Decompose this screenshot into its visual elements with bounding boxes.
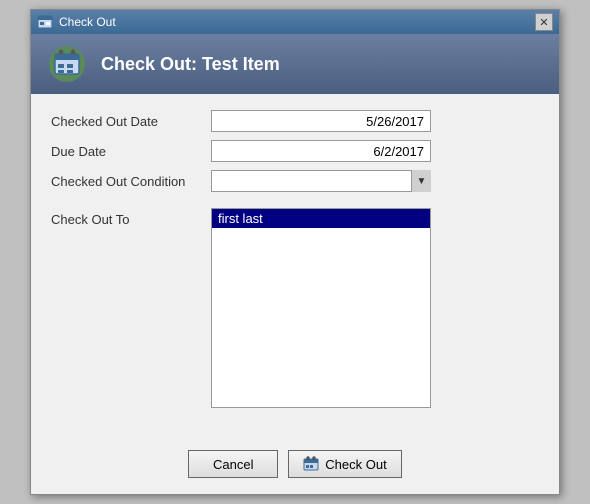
- cancel-label: Cancel: [213, 457, 253, 472]
- checked-out-condition-wrapper: Good Fair Poor ▼: [211, 170, 431, 192]
- checked-out-condition-label: Checked Out Condition: [51, 174, 211, 189]
- cancel-button[interactable]: Cancel: [188, 450, 278, 478]
- checkout-to-list[interactable]: first last: [211, 208, 431, 408]
- checked-out-condition-row: Checked Out Condition Good Fair Poor ▼: [51, 170, 539, 192]
- window-icon: [37, 14, 53, 30]
- checked-out-date-label: Checked Out Date: [51, 114, 211, 129]
- title-bar-left: Check Out: [37, 14, 116, 30]
- dialog-body: Checked Out Date Due Date Checked Out Co…: [31, 94, 559, 440]
- checked-out-condition-select[interactable]: Good Fair Poor: [211, 170, 431, 192]
- title-bar-text: Check Out: [59, 15, 116, 29]
- due-date-row: Due Date: [51, 140, 539, 162]
- checkout-button[interactable]: Check Out: [288, 450, 401, 478]
- checked-out-date-row: Checked Out Date: [51, 110, 539, 132]
- due-date-label: Due Date: [51, 144, 211, 159]
- checkout-label: Check Out: [325, 457, 386, 472]
- checkout-to-section: Check Out To first last: [51, 208, 539, 408]
- checkout-icon: [303, 456, 319, 472]
- checked-out-date-input[interactable]: [211, 110, 431, 132]
- dialog-icon: [47, 44, 87, 84]
- dialog-footer: Cancel Check Out: [31, 440, 559, 494]
- due-date-input[interactable]: [211, 140, 431, 162]
- check-out-dialog: Check Out ✕ Check Out: Test Item Checked…: [30, 9, 560, 495]
- checkout-to-label: Check Out To: [51, 208, 211, 227]
- dialog-title: Check Out: Test Item: [101, 54, 280, 75]
- title-bar: Check Out ✕: [31, 10, 559, 34]
- checkout-to-selected-item[interactable]: first last: [212, 209, 430, 228]
- dialog-header: Check Out: Test Item: [31, 34, 559, 94]
- close-button[interactable]: ✕: [535, 13, 553, 31]
